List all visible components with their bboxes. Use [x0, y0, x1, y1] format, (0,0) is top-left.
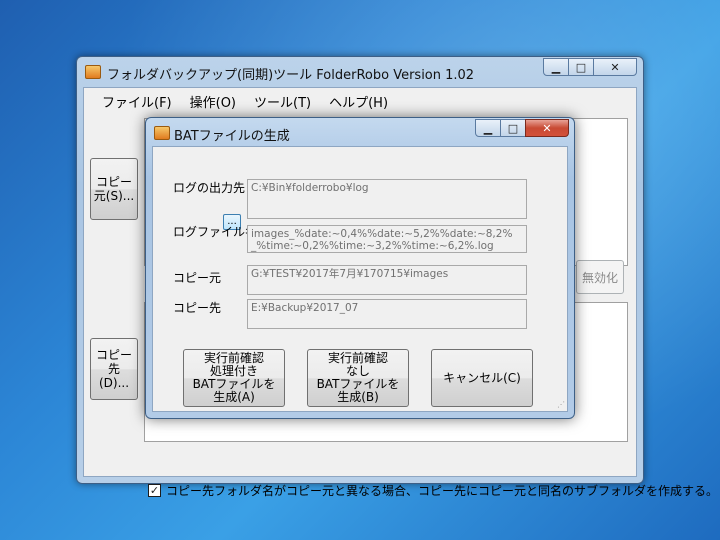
generate-with-confirm-button[interactable]: 実行前確認 処理付き BATファイルを 生成(A) — [183, 349, 285, 407]
cancel-button-label: キャンセル(C) — [443, 370, 521, 385]
dialog-client-area: ログの出力先 ... C:¥Bin¥folderrobo¥log ログファイル名… — [152, 146, 568, 412]
copy-destination-label: コピー先 — [173, 301, 222, 315]
log-output-label: ログの出力先 — [173, 181, 246, 195]
menu-file[interactable]: ファイル(F) — [94, 88, 180, 111]
cancel-button[interactable]: キャンセル(C) — [431, 349, 533, 407]
copy-destination-field[interactable]: E:¥Backup¥2017_07 — [247, 299, 527, 329]
menu-operation[interactable]: 操作(O) — [182, 88, 244, 111]
generate-without-confirm-button[interactable]: 実行前確認 なし BATファイルを 生成(B) — [307, 349, 409, 407]
app-icon — [85, 65, 101, 79]
resize-grip-icon[interactable]: ⋰ — [557, 400, 565, 409]
copy-source-label: コピー元 — [173, 271, 222, 285]
main-titlebar[interactable]: フォルダバックアップ(同期)ツール FolderRobo Version 1.0… — [77, 57, 643, 85]
close-button[interactable]: ✕ — [593, 58, 637, 76]
copy-destination-button[interactable]: コピー先(D)... — [90, 338, 138, 400]
btn-b-line4: 生成(B) — [337, 390, 379, 404]
copy-source-button-label: コピー元(S)... — [93, 175, 135, 203]
dialog-caption-buttons: ▁ □ ✕ — [475, 119, 569, 137]
bat-generate-dialog: BATファイルの生成 ▁ □ ✕ ログの出力先 ... C:¥Bin¥folde… — [145, 117, 575, 419]
menubar: ファイル(F) 操作(O) ツール(T) ヘルプ(H) — [84, 88, 636, 111]
subfolder-option[interactable]: ✓ コピー先フォルダ名がコピー元と異なる場合、コピー先にコピー元と同名のサブフォ… — [148, 482, 718, 499]
copy-destination-button-label: コピー先(D)... — [95, 348, 132, 390]
subfolder-checkbox-label: コピー先フォルダ名がコピー元と異なる場合、コピー先にコピー元と同名のサブフォルダ… — [166, 484, 719, 498]
generate-with-confirm-label: 実行前確認 処理付き BATファイルを 生成(A) — [193, 352, 276, 404]
menu-tools[interactable]: ツール(T) — [246, 88, 319, 111]
subfolder-checkbox[interactable]: ✓ — [148, 484, 161, 497]
btn-a-line4: 生成(A) — [213, 390, 255, 404]
dialog-app-icon — [154, 126, 170, 140]
main-window-title: フォルダバックアップ(同期)ツール FolderRobo Version 1.0… — [107, 68, 475, 83]
log-output-field[interactable]: C:¥Bin¥folderrobo¥log — [247, 179, 527, 219]
dialog-minimize-button[interactable]: ▁ — [475, 119, 501, 137]
disable-button[interactable]: 無効化 — [576, 260, 624, 294]
copy-source-field[interactable]: G:¥TEST¥2017年7月¥170715¥images — [247, 265, 527, 295]
minimize-button[interactable]: ▁ — [543, 58, 569, 76]
dialog-maximize-button[interactable]: □ — [500, 119, 526, 137]
generate-without-confirm-label: 実行前確認 なし BATファイルを 生成(B) — [317, 352, 400, 404]
dialog-title: BATファイルの生成 — [174, 129, 290, 144]
menu-help[interactable]: ヘルプ(H) — [321, 88, 396, 111]
log-file-field[interactable]: images_%date:~0,4%%date:~5,2%%date:~8,2%… — [247, 225, 527, 253]
main-caption-buttons: ▁ □ ✕ — [543, 58, 637, 76]
dialog-close-button[interactable]: ✕ — [525, 119, 569, 137]
copy-source-button[interactable]: コピー元(S)... — [90, 158, 138, 220]
log-file-label: ログファイル名 — [173, 225, 258, 239]
maximize-button[interactable]: □ — [568, 58, 594, 76]
